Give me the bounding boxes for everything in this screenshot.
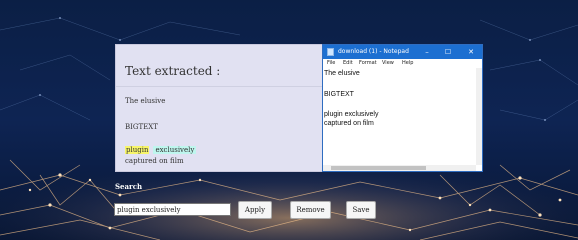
remove-button[interactable]: Remove [290,201,331,219]
notepad-titlebar[interactable]: download (1) - Notepad – ☐ ✕ [323,45,482,59]
scrollbar-thumb[interactable] [331,166,426,170]
notepad-line-3[interactable]: plugin exclusively [324,111,378,118]
menu-edit[interactable]: Edit [343,60,353,66]
notepad-window[interactable]: download (1) - Notepad – ☐ ✕ File Edit F… [322,44,483,172]
extracted-line-2: BIGTEXT [125,123,158,131]
menu-view[interactable]: View [382,60,394,66]
maximize-icon[interactable]: ☐ [441,46,455,58]
notepad-title: download (1) - Notepad [338,48,409,55]
notepad-horizontal-scrollbar[interactable] [323,165,476,171]
close-icon[interactable]: ✕ [464,46,478,58]
notepad-line-4[interactable]: captured on film [324,120,374,127]
notepad-icon [327,48,334,56]
extracted-line-1: The elusive [125,97,166,105]
menu-file[interactable]: File [327,60,335,66]
notepad-vertical-scrollbar[interactable] [476,68,482,165]
extracted-text-panel: Text extracted : The elusive BIGTEXT plu… [115,44,325,172]
panel-divider [116,86,324,87]
search-input[interactable] [114,203,231,216]
menu-help[interactable]: Help [402,60,413,66]
extracted-line-4: captured on film [125,157,184,165]
minimize-icon[interactable]: – [420,46,434,58]
highlight-word-plugin: plugin [125,146,150,154]
notepad-line-2[interactable]: BIGTEXT [324,91,354,98]
menu-format[interactable]: Format [359,60,377,66]
extracted-line-3: plugin exclusively [125,146,197,154]
save-button[interactable]: Save [346,201,376,219]
apply-button[interactable]: Apply [238,201,272,219]
notepad-line-1[interactable]: The elusive [324,70,360,77]
highlight-word-exclusively: exclusively [153,146,197,154]
panel-title: Text extracted : [125,64,221,78]
search-label: Search [115,182,143,191]
notepad-menubar: File Edit Format View Help [323,59,482,68]
